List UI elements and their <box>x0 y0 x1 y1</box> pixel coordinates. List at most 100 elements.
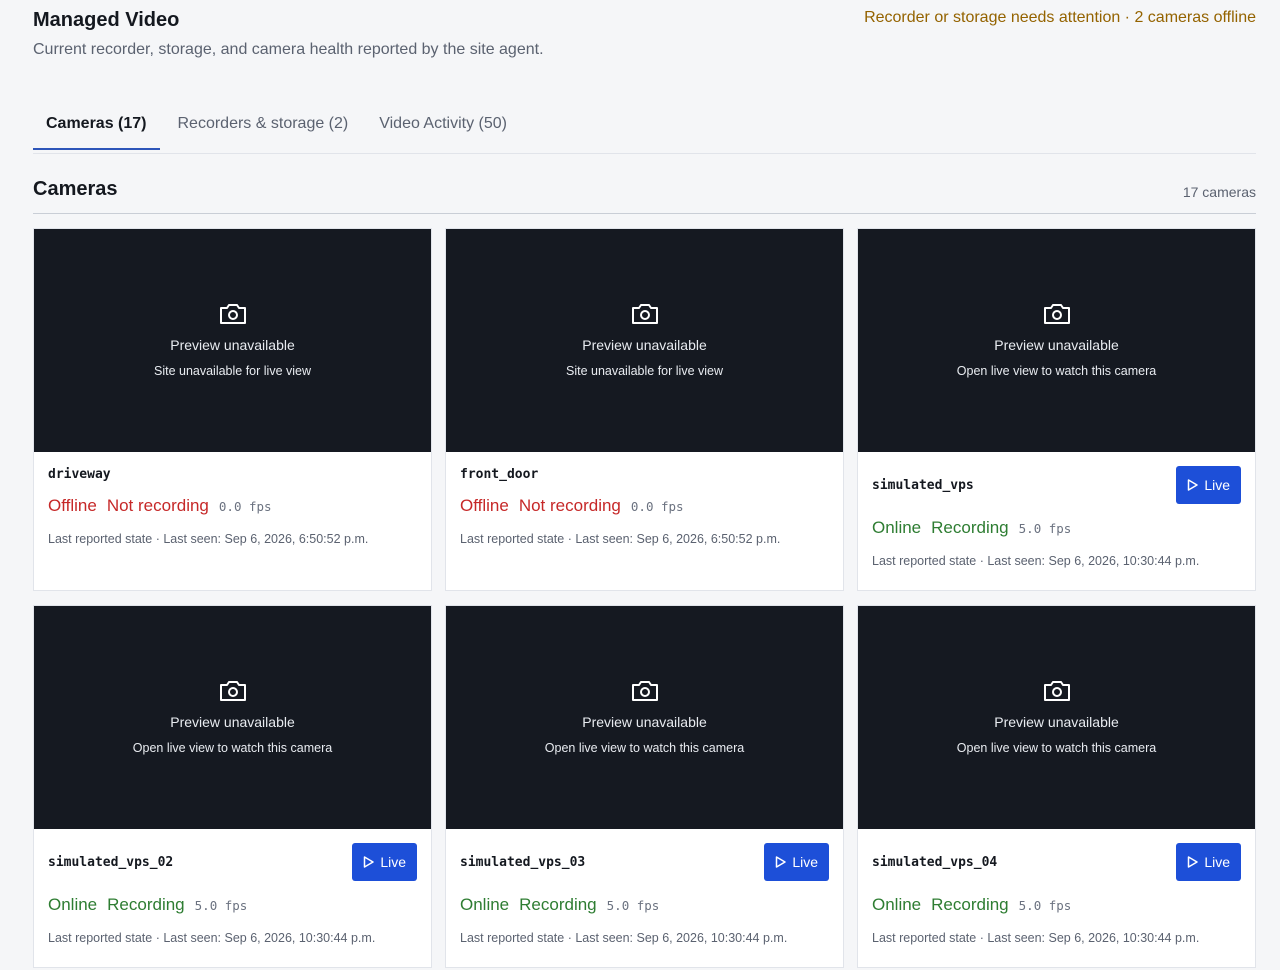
fps-value: 5.0 fps <box>606 898 660 913</box>
camera-icon <box>631 681 658 701</box>
fps-value: 0.0 fps <box>218 499 272 514</box>
camera-status-row: Online Recording 5.0 fps <box>872 895 1241 919</box>
preview-subtitle: Open live view to watch this camera <box>956 364 1157 378</box>
camera-name-row: simulated_vps_03 Live <box>460 829 829 895</box>
camera-preview[interactable]: Preview unavailable Open live view to wa… <box>858 229 1255 452</box>
recording-status: Recording <box>931 518 1009 537</box>
camera-name: simulated_vps <box>872 477 974 493</box>
live-button-label: Live <box>792 854 818 870</box>
fps-value: 0.0 fps <box>630 499 684 514</box>
recording-status: Not recording <box>518 496 621 515</box>
preview-title: Preview unavailable <box>170 337 295 353</box>
fps-value: 5.0 fps <box>194 898 248 913</box>
managed-video-page: Managed Video Current recorder, storage,… <box>0 0 1280 970</box>
camera-count: 17 cameras <box>1182 184 1256 200</box>
online-status: Offline <box>460 496 509 515</box>
section-divider <box>33 213 1256 214</box>
camera-status-row: Online Recording 5.0 fps <box>48 895 417 919</box>
camera-card: Preview unavailable Open live view to wa… <box>33 605 432 968</box>
camera-name-row: simulated_vps_04 Live <box>872 829 1241 895</box>
camera-info: simulated_vps_04 Live Online Recording 5… <box>858 829 1255 967</box>
tab-recorders-storage[interactable]: Recorders & storage (2) <box>165 102 362 150</box>
camera-card: Preview unavailable Site unavailable for… <box>33 228 432 591</box>
camera-info: front_door Offline Not recording 0.0 fps… <box>446 452 843 568</box>
camera-name: simulated_vps_04 <box>872 854 998 870</box>
preview-subtitle: Open live view to watch this camera <box>956 741 1157 755</box>
recording-status: Recording <box>519 895 597 914</box>
camera-icon <box>1043 681 1070 701</box>
live-button-label: Live <box>1204 477 1230 493</box>
camera-name: driveway <box>48 466 111 482</box>
camera-status-row: Offline Not recording 0.0 fps <box>48 496 417 520</box>
camera-status-row: Online Recording 5.0 fps <box>460 895 829 919</box>
live-button[interactable]: Live <box>1176 466 1241 504</box>
recording-status: Recording <box>931 895 1009 914</box>
camera-preview: Preview unavailable Site unavailable for… <box>34 229 431 452</box>
camera-preview: Preview unavailable Site unavailable for… <box>446 229 843 452</box>
online-status: Online <box>460 895 510 914</box>
live-button[interactable]: Live <box>352 843 417 881</box>
online-status: Offline <box>48 496 97 515</box>
fps-value: 5.0 fps <box>1018 898 1072 913</box>
play-icon <box>1188 479 1199 491</box>
camera-card: Preview unavailable Open live view to wa… <box>857 605 1256 968</box>
camera-info: simulated_vps_02 Live Online Recording 5… <box>34 829 431 967</box>
preview-subtitle: Open live view to watch this camera <box>544 741 745 755</box>
last-seen: Last reported state · Last seen: Sep 6, … <box>460 532 781 546</box>
preview-subtitle: Site unavailable for live view <box>565 364 724 378</box>
camera-info: simulated_vps Live Online Recording 5.0 … <box>858 452 1255 590</box>
camera-card: Preview unavailable Open live view to wa… <box>445 605 844 968</box>
attention-status: Recorder or storage needs attention · 2 … <box>864 9 1256 26</box>
recording-status: Recording <box>107 895 185 914</box>
camera-preview[interactable]: Preview unavailable Open live view to wa… <box>446 606 843 829</box>
last-seen: Last reported state · Last seen: Sep 6, … <box>48 931 376 945</box>
camera-info: simulated_vps_03 Live Online Recording 5… <box>446 829 843 967</box>
fps-value: 5.0 fps <box>1018 521 1072 536</box>
camera-name-row: driveway <box>48 452 417 496</box>
tab-video-activity[interactable]: Video Activity (50) <box>366 102 520 150</box>
preview-title: Preview unavailable <box>582 714 707 730</box>
camera-card: Preview unavailable Site unavailable for… <box>445 228 844 591</box>
live-button[interactable]: Live <box>764 843 829 881</box>
preview-subtitle: Site unavailable for live view <box>153 364 312 378</box>
camera-preview[interactable]: Preview unavailable Open live view to wa… <box>34 606 431 829</box>
camera-icon <box>1043 304 1070 324</box>
last-seen: Last reported state · Last seen: Sep 6, … <box>872 931 1200 945</box>
camera-icon <box>219 304 246 324</box>
live-button-label: Live <box>380 854 406 870</box>
camera-name: simulated_vps_03 <box>460 854 586 870</box>
page-subtitle: Current recorder, storage, and camera he… <box>33 41 544 58</box>
camera-card: Preview unavailable Open live view to wa… <box>857 228 1256 591</box>
preview-title: Preview unavailable <box>994 337 1119 353</box>
camera-grid: Preview unavailable Site unavailable for… <box>33 228 1256 968</box>
camera-name: simulated_vps_02 <box>48 854 174 870</box>
camera-icon <box>631 304 658 324</box>
camera-name-row: front_door <box>460 452 829 496</box>
camera-status-row: Offline Not recording 0.0 fps <box>460 496 829 520</box>
online-status: Online <box>872 518 922 537</box>
camera-preview[interactable]: Preview unavailable Open live view to wa… <box>858 606 1255 829</box>
last-seen: Last reported state · Last seen: Sep 6, … <box>872 554 1200 568</box>
tab-cameras[interactable]: Cameras (17) <box>33 102 160 150</box>
online-status: Online <box>48 895 98 914</box>
preview-title: Preview unavailable <box>582 337 707 353</box>
camera-status-row: Online Recording 5.0 fps <box>872 518 1241 542</box>
preview-title: Preview unavailable <box>170 714 295 730</box>
recording-status: Not recording <box>106 496 209 515</box>
camera-info: driveway Offline Not recording 0.0 fps L… <box>34 452 431 568</box>
live-button[interactable]: Live <box>1176 843 1241 881</box>
section-title: Cameras <box>33 178 118 200</box>
page-title: Managed Video <box>33 9 180 31</box>
online-status: Online <box>872 895 922 914</box>
last-seen: Last reported state · Last seen: Sep 6, … <box>460 931 788 945</box>
last-seen: Last reported state · Last seen: Sep 6, … <box>48 532 369 546</box>
play-icon <box>1188 856 1199 868</box>
preview-subtitle: Open live view to watch this camera <box>132 741 333 755</box>
play-icon <box>776 856 787 868</box>
play-icon <box>364 856 375 868</box>
live-button-label: Live <box>1204 854 1230 870</box>
preview-title: Preview unavailable <box>994 714 1119 730</box>
camera-icon <box>219 681 246 701</box>
camera-name: front_door <box>460 466 539 482</box>
camera-name-row: simulated_vps Live <box>872 452 1241 518</box>
